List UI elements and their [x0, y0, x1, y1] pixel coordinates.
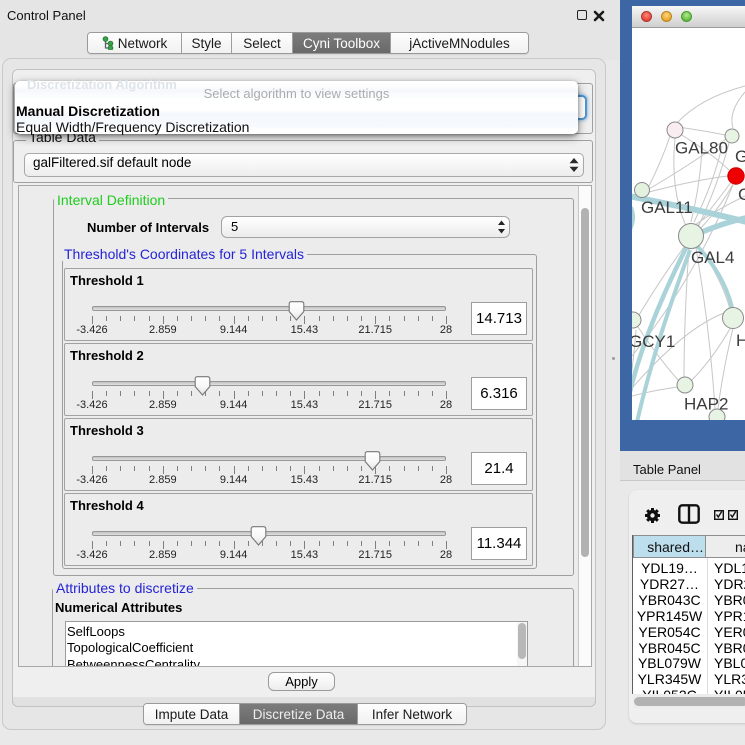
- svg-text:H: H: [736, 331, 745, 350]
- svg-text:GA: GA: [735, 147, 745, 166]
- svg-text:GAL4: GAL4: [691, 248, 734, 267]
- svg-text:HAP2: HAP2: [684, 395, 728, 414]
- svg-text:GCY1: GCY1: [632, 332, 675, 351]
- svg-text:GAL11: GAL11: [641, 198, 693, 217]
- svg-text:GAL80: GAL80: [675, 139, 728, 158]
- svg-text:C: C: [738, 185, 745, 204]
